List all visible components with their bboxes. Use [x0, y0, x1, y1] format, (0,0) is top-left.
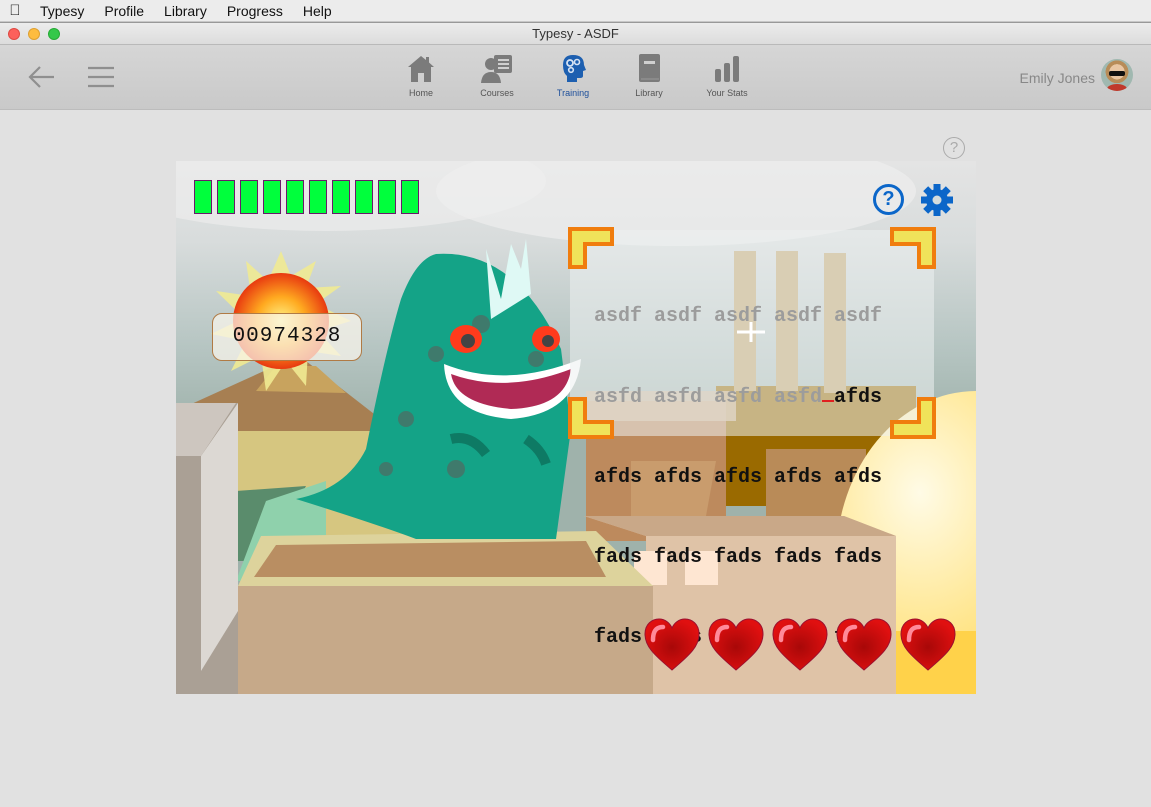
frame-corner-bottom-right [890, 397, 936, 439]
energy-bar-segment [286, 180, 304, 214]
zoom-window-button[interactable] [48, 28, 60, 40]
window-title: Typesy - ASDF [532, 26, 619, 41]
nav-home[interactable]: Home [386, 51, 456, 98]
apple-menu-icon[interactable]:  [0, 2, 30, 19]
nav-courses[interactable]: Courses [462, 51, 532, 98]
brain-gears-icon [563, 55, 586, 82]
heart-icon [772, 618, 828, 671]
typed-text: asfd asfd asfd asfd [594, 385, 823, 409]
courses-icon [481, 55, 512, 83]
nav-your-stats-label: Your Stats [706, 88, 748, 98]
typing-cursor [822, 388, 835, 402]
frame-corner-top-right [890, 227, 936, 269]
nav-courses-label: Courses [480, 88, 514, 98]
energy-bar [194, 180, 419, 214]
typing-line: afds afds afds afds afds [594, 465, 882, 492]
mouse-crosshair-icon [737, 322, 765, 342]
app-toolbar: Home Courses Training Library Your Stats… [0, 45, 1151, 110]
nav-library[interactable]: Library [614, 51, 684, 98]
book-icon [639, 54, 660, 82]
minimize-window-button[interactable] [28, 28, 40, 40]
energy-bar-segment [332, 180, 350, 214]
pending-text: afds [834, 385, 883, 409]
heart-icon [644, 618, 700, 671]
user-name[interactable]: Emily Jones [1020, 70, 1095, 86]
score-display: 00974328 [212, 313, 362, 361]
menu-typesy[interactable]: Typesy [40, 3, 84, 19]
hamburger-icon[interactable] [87, 65, 115, 89]
energy-bar-segment [309, 180, 327, 214]
menu-progress[interactable]: Progress [227, 3, 283, 19]
gear-icon[interactable] [920, 183, 954, 217]
avatar[interactable] [1101, 59, 1133, 91]
pending-text: fads fads fads fads fads [594, 545, 883, 569]
energy-bar-segment [240, 180, 258, 214]
home-icon [408, 56, 434, 82]
lives-display [643, 616, 957, 674]
menu-help[interactable]: Help [303, 3, 332, 19]
nav-your-stats[interactable]: Your Stats [692, 51, 762, 98]
nav-training[interactable]: Training [538, 51, 608, 98]
bar-stats-icon [715, 56, 739, 82]
heart-icon [900, 618, 956, 671]
energy-bar-segment [217, 180, 235, 214]
menu-profile[interactable]: Profile [104, 3, 144, 19]
pending-text: afds afds afds afds afds [594, 465, 883, 489]
heart-icon [708, 618, 764, 671]
game-help-button[interactable]: ? [873, 184, 904, 215]
page-help-button[interactable]: ? [943, 137, 965, 159]
monster-character [296, 239, 581, 539]
typing-line: fads fads fads fads fads [594, 545, 882, 572]
menu-bar:  Typesy Profile Library Progress Help [0, 0, 1151, 22]
window-title-bar: Typesy - ASDF [0, 22, 1151, 45]
heart-icon [836, 618, 892, 671]
nav-training-label: Training [556, 88, 590, 98]
energy-bar-segment [263, 180, 281, 214]
energy-bar-segment [378, 180, 396, 214]
nav-library-label: Library [635, 88, 663, 98]
typing-line: asfd asfd asfd asfd afds [594, 385, 882, 412]
close-window-button[interactable] [8, 28, 20, 40]
arrow-left-icon[interactable] [26, 62, 58, 92]
game-canvas[interactable]: 00974328 ? asdf asdf asdf asdf asdf asfd… [176, 161, 976, 694]
energy-bar-segment [355, 180, 373, 214]
energy-bar-segment [401, 180, 419, 214]
menu-library[interactable]: Library [164, 3, 207, 19]
energy-bar-segment [194, 180, 212, 214]
nav-home-label: Home [408, 88, 433, 98]
